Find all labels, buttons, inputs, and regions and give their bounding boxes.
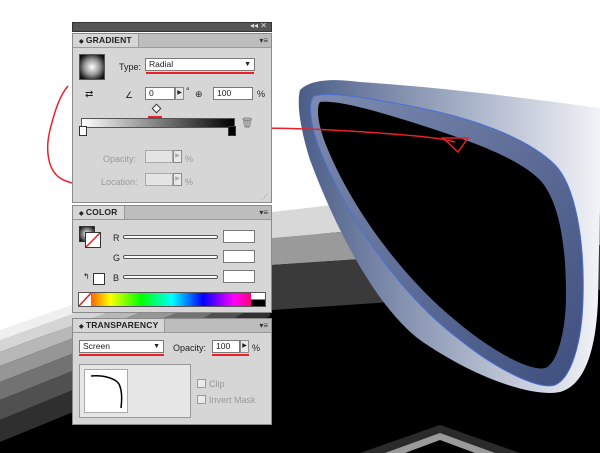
type-select[interactable]: Radial ▼ xyxy=(145,58,255,71)
spectrum-bar[interactable] xyxy=(78,292,266,307)
color-title: COLOR xyxy=(85,207,118,217)
gradient-swatch[interactable] xyxy=(79,54,105,80)
transparency-tabbar: ◆ TRANSPARENCY ▾≡ xyxy=(73,319,271,333)
resize-grip-icon[interactable]: ⋰ xyxy=(261,193,268,201)
midpoint-marker[interactable] xyxy=(151,103,162,114)
transparency-title: TRANSPARENCY xyxy=(85,320,159,330)
opacity-underline xyxy=(212,354,249,356)
location-field[interactable] xyxy=(145,173,173,186)
reverse-gradient-icon[interactable]: ⇄ xyxy=(85,89,93,100)
tab-gradient[interactable]: ◆ GRADIENT xyxy=(73,34,139,47)
opacity-percent: % xyxy=(252,343,261,353)
gradient-slider[interactable] xyxy=(81,118,235,128)
angle-value: 0 xyxy=(149,88,154,98)
location-label: Location: xyxy=(101,177,138,187)
invert-mask-checkbox[interactable] xyxy=(197,395,206,404)
expand-icon[interactable]: ◆ xyxy=(79,324,84,330)
aspect-ratio-field[interactable]: 100 xyxy=(213,87,253,100)
tab-transparency[interactable]: ◆ TRANSPARENCY xyxy=(73,319,166,332)
opacity-label: Opacity: xyxy=(103,154,137,164)
type-label: Type: xyxy=(119,62,142,72)
black-white-box[interactable] xyxy=(251,293,265,306)
opacity-percent: % xyxy=(185,154,194,164)
opacity-field[interactable]: 100 xyxy=(212,340,240,353)
type-underline xyxy=(146,72,254,74)
blend-mode-select[interactable]: Screen ▼ xyxy=(79,340,164,353)
dock-title-strip[interactable]: ◂◂ ✕ xyxy=(72,21,272,32)
aspect-percent: % xyxy=(257,89,266,99)
opacity-dropdown-button[interactable]: ▶ xyxy=(173,150,182,163)
clip-label: Clip xyxy=(209,379,225,389)
opacity-field[interactable] xyxy=(145,150,173,163)
channel-r-slider[interactable] xyxy=(123,235,218,239)
gradient-panel: ◆ GRADIENT ▾≡ Type: Radial ▼ ⇄ ∠ 0 ▶ ° ⊕ … xyxy=(72,33,272,203)
chevron-down-icon: ▼ xyxy=(244,61,251,68)
angle-icon: ∠ xyxy=(125,90,134,100)
menu-icon[interactable]: ▾≡ xyxy=(259,320,268,331)
mask-thumbnail[interactable] xyxy=(79,364,191,418)
trash-icon[interactable]: 🗑 xyxy=(241,118,254,129)
angle-dropdown-button[interactable]: ▶ xyxy=(175,87,184,100)
opacity-dropdown-button[interactable]: ▶ xyxy=(240,340,249,353)
expand-icon[interactable]: ◆ xyxy=(79,211,84,217)
clip-checkbox[interactable] xyxy=(197,379,206,388)
menu-icon[interactable]: ▾≡ xyxy=(259,207,268,218)
color-stop-white[interactable] xyxy=(79,126,87,136)
aspect-value: 100 xyxy=(217,88,232,98)
color-tabbar: ◆ COLOR ▾≡ xyxy=(73,206,271,220)
blend-mode-underline xyxy=(79,354,164,356)
tab-color[interactable]: ◆ COLOR xyxy=(73,206,125,219)
location-percent: % xyxy=(185,177,194,187)
chevron-down-icon: ▼ xyxy=(153,343,160,350)
gradient-tabbar: ◆ GRADIENT ▾≡ xyxy=(73,34,271,48)
menu-icon[interactable]: ▾≡ xyxy=(259,35,268,46)
channel-g-field[interactable] xyxy=(223,250,255,263)
invert-mask-label: Invert Mask xyxy=(209,395,256,405)
gradient-title: GRADIENT xyxy=(85,35,132,45)
expand-icon[interactable]: ◆ xyxy=(79,39,84,45)
angle-field[interactable]: 0 xyxy=(145,87,175,100)
none-swatch[interactable] xyxy=(93,273,105,285)
aspect-ratio-icon: ⊕ xyxy=(195,89,203,99)
channel-g-label: G xyxy=(113,253,121,263)
channel-g-slider[interactable] xyxy=(123,255,218,259)
out-of-gamut-icon[interactable]: ↰ xyxy=(83,272,90,281)
color-panel: ◆ COLOR ▾≡ R G ↰ B xyxy=(72,205,272,313)
channel-r-label: R xyxy=(113,233,120,243)
collapse-icon[interactable]: ◂◂ ✕ xyxy=(250,21,267,30)
channel-r-field[interactable] xyxy=(223,230,255,243)
type-value: Radial xyxy=(149,59,174,69)
stroke-swatch[interactable] xyxy=(85,232,101,248)
object-thumbnail[interactable] xyxy=(84,369,128,413)
channel-b-slider[interactable] xyxy=(123,275,218,279)
opacity-label: Opacity: xyxy=(173,343,207,353)
color-stop-black[interactable] xyxy=(228,126,236,136)
location-dropdown-button[interactable]: ▶ xyxy=(173,173,182,186)
degree-symbol: ° xyxy=(186,86,190,96)
transparency-panel: ◆ TRANSPARENCY ▾≡ Screen ▼ Opacity: 100 ▶… xyxy=(72,318,272,425)
channel-b-label: B xyxy=(113,273,120,283)
channel-b-field[interactable] xyxy=(223,270,255,283)
opacity-value: 100 xyxy=(216,341,231,351)
none-color-box[interactable] xyxy=(79,293,91,306)
blend-mode-value: Screen xyxy=(83,341,110,351)
